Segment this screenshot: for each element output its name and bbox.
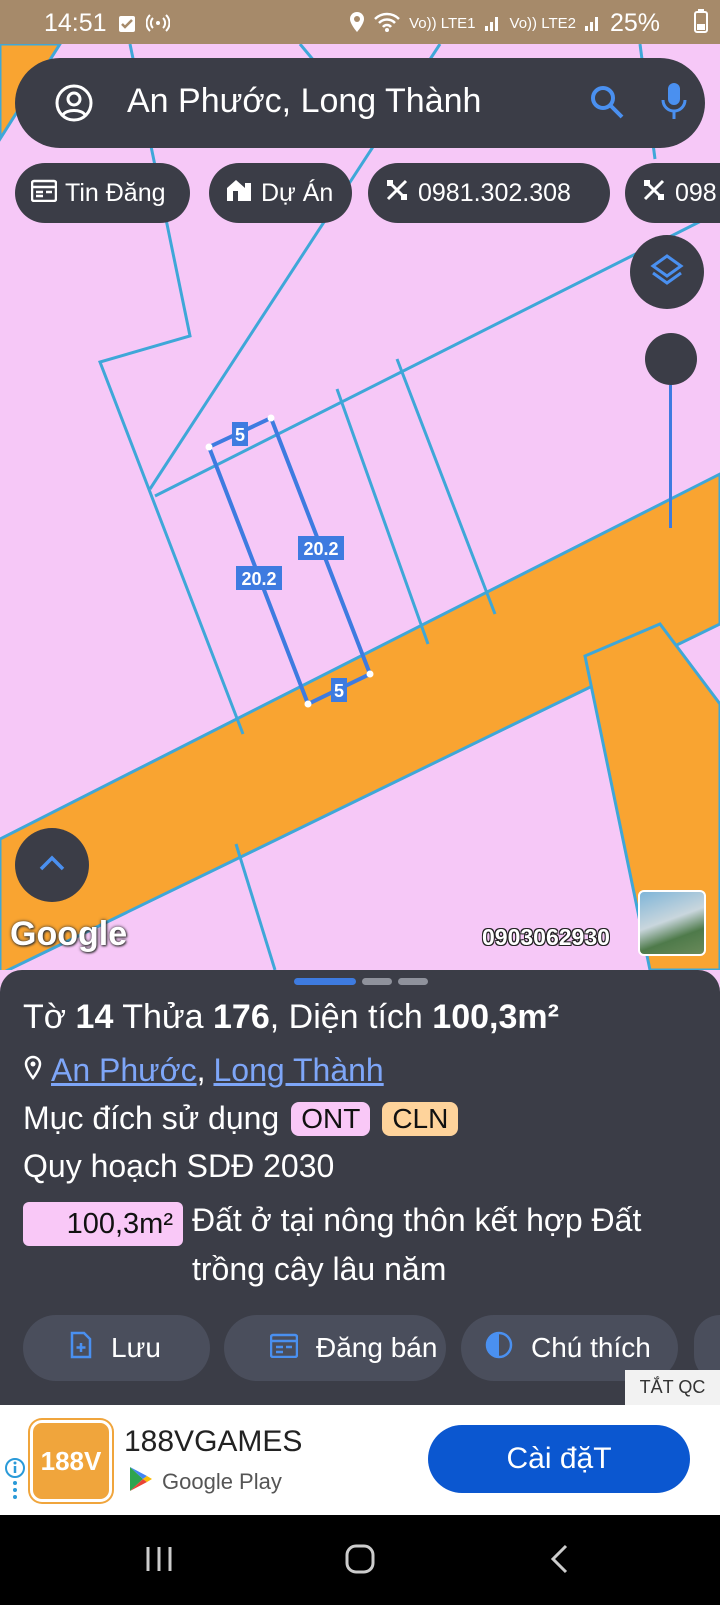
search-query[interactable]: An Phước, Long Thành (127, 82, 481, 121)
plan-description: Đất ở tại nông thôn kết hợp Đất trồng câ… (192, 1202, 642, 1287)
signal-bars-1-icon (484, 12, 502, 36)
opacity-slider-knob[interactable] (645, 333, 697, 385)
save-button[interactable]: Lưu (23, 1315, 210, 1381)
recent-apps-icon[interactable] (143, 1543, 175, 1580)
layers-icon (649, 252, 685, 293)
chip-phone-1[interactable]: 0981.302.308 (368, 163, 610, 223)
edge-label-bottom: 5 (334, 681, 344, 701)
signal-bars-2-icon (584, 12, 602, 36)
hotspot-icon (145, 11, 171, 40)
phone-watermark: 0903062930 (482, 924, 610, 950)
land-use-badge-ont: ONT (291, 1101, 371, 1136)
district-link[interactable]: Long Thành (213, 1052, 383, 1089)
status-time: 14:51 (44, 9, 107, 37)
edge-label-left: 20.2 (241, 569, 276, 589)
google-logo: Google (10, 915, 128, 953)
wifi-icon (373, 11, 401, 37)
parcel-details-sheet[interactable]: Tờ 14 Thửa 176, Diện tích 100,3m² An Phư… (0, 970, 720, 1405)
plan-title: Quy hoạch SDĐ 2030 (23, 1148, 335, 1184)
status-bar: 14:51 Vo)) LTE1 Vo)) LTE2 25% (0, 0, 720, 44)
edge-label-right: 20.2 (303, 539, 338, 559)
parcel-area: 100,3m² (432, 998, 559, 1036)
location-icon (349, 11, 365, 37)
search-icon[interactable] (589, 84, 625, 125)
parcel-title: Tờ 14 Thửa 176, Diện tích 100,3m² (23, 998, 559, 1036)
edge-label-top: 5 (235, 425, 245, 445)
plan-area-badge: 100,3m² (23, 1202, 183, 1246)
land-use-badge-cln: CLN (382, 1101, 459, 1136)
calendar-icon (30, 178, 58, 209)
opacity-slider-track[interactable] (669, 385, 672, 528)
contrast-icon (485, 1331, 513, 1366)
location-pin-icon (23, 1052, 43, 1089)
sheet-handle[interactable] (294, 978, 428, 985)
battery-icon (694, 9, 708, 40)
ad-app-logo[interactable]: 188V (30, 1420, 112, 1502)
tool-icon (641, 177, 667, 210)
system-nav-bar (0, 1515, 720, 1605)
save-icon (69, 1331, 93, 1366)
account-icon[interactable] (55, 84, 93, 127)
chip-du-an[interactable]: Dự Án (209, 163, 352, 223)
post-sale-button[interactable]: Đăng bán (224, 1315, 446, 1381)
ad-store: Google Play (128, 1465, 282, 1499)
sheet-number: 14 (75, 998, 114, 1036)
microphone-icon[interactable] (661, 82, 687, 127)
signal-lte2-label: Vo)) LTE2 (509, 15, 576, 32)
tool-icon (384, 177, 410, 210)
chip-label: 0981.302.308 (418, 178, 571, 207)
install-button[interactable]: Cài đặT (428, 1425, 690, 1493)
parcel-number: 176 (213, 998, 270, 1036)
checkbox-notification-icon (118, 11, 136, 40)
search-bar[interactable]: An Phước, Long Thành (15, 58, 705, 148)
close-ad-button[interactable]: TẮT QC (625, 1370, 720, 1405)
land-use-row: Mục đích sử dụng ONT CLN (23, 1100, 459, 1137)
satellite-thumbnail[interactable] (638, 890, 706, 956)
home-icon[interactable] (344, 1543, 376, 1580)
expand-button[interactable] (15, 828, 89, 902)
battery-level: 25% (609, 9, 660, 37)
chip-label: Tin Đăng (65, 178, 166, 207)
chip-tin-dang[interactable]: Tin Đăng (15, 163, 190, 223)
calendar-icon (269, 1332, 299, 1365)
ad-banner[interactable]: 188V 188VGAMES Google Play Cài đặT (0, 1405, 720, 1515)
chip-label: Dự Án (261, 178, 334, 207)
ad-app-title[interactable]: 188VGAMES (124, 1425, 302, 1459)
signal-lte1-label: Vo)) LTE1 (409, 15, 476, 32)
google-play-icon (128, 1465, 154, 1499)
ward-link[interactable]: An Phước (51, 1052, 197, 1089)
chip-phone-2[interactable]: 098 (625, 163, 720, 223)
layers-button[interactable] (630, 235, 704, 309)
building-icon (225, 177, 253, 210)
back-icon[interactable] (548, 1543, 572, 1580)
chevron-up-icon (39, 855, 65, 876)
chip-label: 098 (675, 178, 717, 207)
location-row: An Phước, Long Thành (23, 1052, 384, 1089)
ad-info-icon[interactable] (4, 1457, 26, 1508)
